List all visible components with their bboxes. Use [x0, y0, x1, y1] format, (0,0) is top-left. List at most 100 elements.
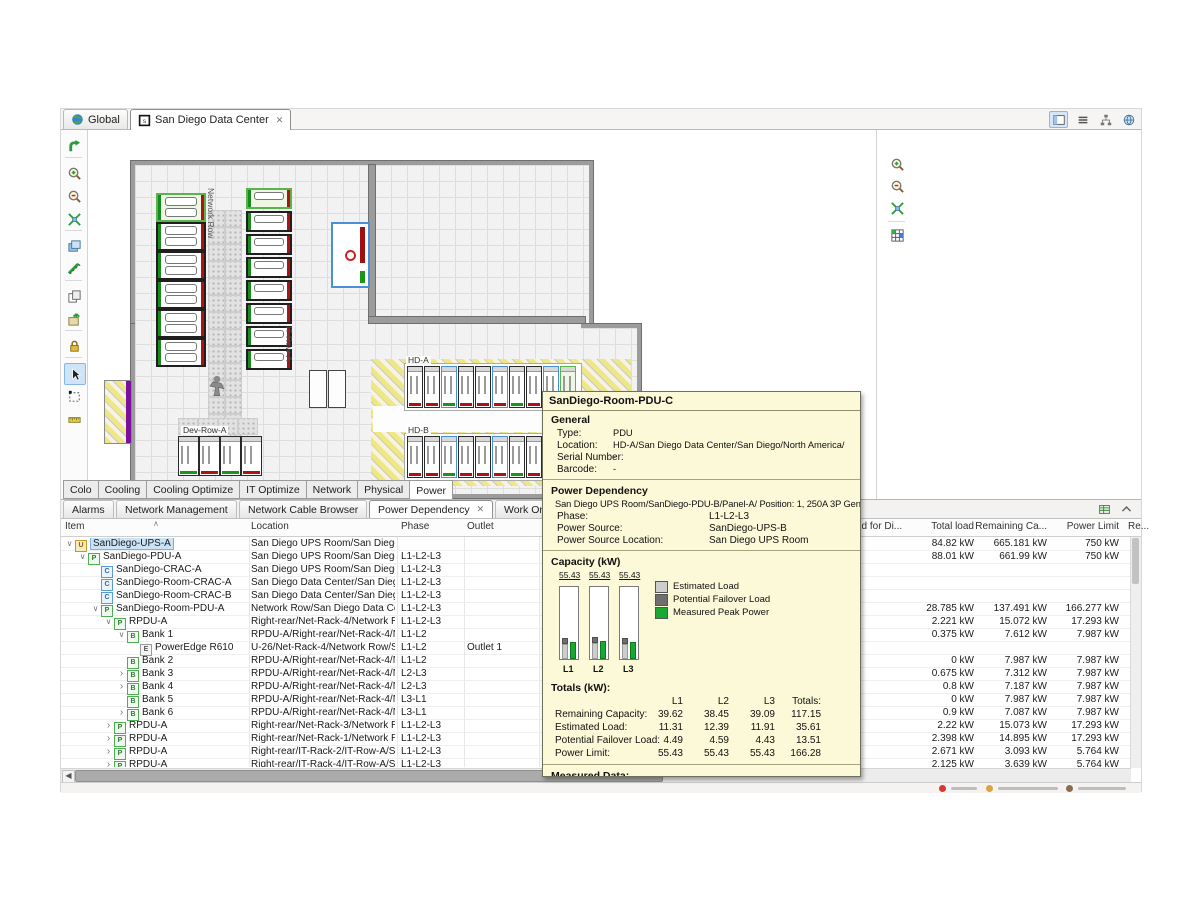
rack[interactable] — [156, 338, 206, 367]
view-tab-network[interactable]: Network — [307, 480, 359, 499]
panel-tab-network-management[interactable]: Network Management — [116, 500, 237, 518]
rack[interactable] — [424, 366, 440, 408]
column-header-3[interactable]: Outlet — [467, 521, 537, 532]
rack[interactable] — [156, 193, 206, 222]
fit-view-tool[interactable] — [887, 198, 907, 218]
column-header-1[interactable]: Location — [251, 521, 395, 532]
scrollbar-thumb[interactable] — [1132, 538, 1139, 584]
rack[interactable] — [220, 436, 241, 476]
rack[interactable] — [246, 234, 292, 255]
grid-view-tool[interactable] — [887, 225, 907, 245]
twistie-open-icon[interactable]: ∨ — [78, 552, 87, 561]
rack[interactable] — [407, 366, 423, 408]
rack[interactable] — [246, 257, 292, 278]
panel-tab-power-dependency[interactable]: Power Dependency✕ — [369, 500, 493, 518]
rack[interactable] — [458, 436, 474, 478]
rack[interactable] — [156, 280, 206, 309]
rack[interactable] — [246, 188, 292, 209]
split-panel-icon[interactable] — [1049, 111, 1068, 128]
rack[interactable] — [246, 303, 292, 324]
rack[interactable] — [509, 436, 525, 478]
export-tool[interactable] — [64, 309, 84, 329]
floor-tile — [225, 227, 242, 244]
column-header-0[interactable]: Item∧ — [65, 521, 245, 532]
view-tab-colo[interactable]: Colo — [63, 480, 99, 499]
twistie-closed-icon[interactable]: › — [104, 734, 113, 744]
globe-tool-icon[interactable] — [1120, 112, 1137, 127]
menu-icon[interactable] — [1074, 112, 1091, 127]
fit-view-tool[interactable] — [64, 209, 84, 229]
panel-tab-network-cable-browser[interactable]: Network Cable Browser — [239, 500, 367, 518]
rack[interactable] — [178, 436, 199, 476]
select-cursor-tool[interactable] — [64, 363, 86, 385]
floor-pdu-unit[interactable] — [331, 222, 370, 288]
rack[interactable] — [458, 366, 474, 408]
zoom-in-tool[interactable] — [887, 154, 907, 174]
estimated-load-bar — [592, 643, 598, 659]
close-icon[interactable]: ✕ — [477, 504, 485, 515]
totals-value: 55.43 — [685, 748, 729, 759]
rack[interactable] — [241, 436, 262, 476]
remaining-capacity-cell: 15.072 kW — [957, 616, 1047, 627]
twistie-closed-icon[interactable]: › — [117, 708, 126, 718]
minimize-icon[interactable] — [1118, 502, 1135, 517]
twistie-closed-icon[interactable]: › — [104, 721, 113, 731]
rack[interactable] — [199, 436, 220, 476]
rack[interactable] — [526, 366, 542, 408]
column-header-6[interactable]: Remaining Ca... — [957, 521, 1047, 532]
vertical-scrollbar[interactable] — [1130, 537, 1141, 768]
twistie-open-icon[interactable]: ∨ — [117, 630, 126, 639]
table-icon[interactable] — [1096, 502, 1113, 517]
view-tab-physical[interactable]: Physical — [358, 480, 410, 499]
undo-tool[interactable] — [64, 136, 84, 156]
view-tab-cooling-optimize[interactable]: Cooling Optimize — [147, 480, 240, 499]
twistie-closed-icon[interactable]: › — [104, 760, 113, 767]
view-tab-power[interactable]: Power — [410, 480, 453, 500]
selection-box-tool[interactable] — [64, 386, 84, 406]
twistie-closed-icon[interactable]: › — [117, 682, 126, 692]
ruler-tool[interactable] — [64, 409, 84, 429]
twistie-open-icon[interactable]: ∨ — [91, 604, 100, 613]
rack[interactable] — [156, 251, 206, 280]
measure-tool[interactable] — [64, 259, 84, 279]
rack[interactable] — [441, 366, 457, 408]
rack[interactable] — [509, 366, 525, 408]
power-limit-cell: 750 kW — [1039, 538, 1119, 549]
lock-tool[interactable] — [64, 336, 84, 356]
twistie-closed-icon[interactable]: › — [117, 669, 126, 679]
editor-tab-san-diego-data-center[interactable]: sSan Diego Data Center✕ — [130, 109, 291, 130]
rack[interactable] — [526, 436, 542, 478]
equipment-box[interactable] — [328, 370, 346, 408]
rack[interactable] — [424, 436, 440, 478]
item-name: Bank 2 — [142, 655, 173, 666]
rack[interactable] — [492, 436, 508, 478]
zoom-out-tool[interactable] — [887, 176, 907, 196]
copy-tool[interactable] — [64, 286, 84, 306]
column-header-8[interactable]: Re... — [1128, 521, 1158, 532]
rack[interactable] — [156, 309, 206, 338]
equipment-box[interactable] — [309, 370, 327, 408]
rack[interactable] — [246, 211, 292, 232]
close-icon[interactable]: ✕ — [276, 115, 284, 126]
zoom-in-tool[interactable] — [64, 163, 84, 183]
rack[interactable] — [475, 436, 491, 478]
rack[interactable] — [407, 436, 423, 478]
rack[interactable] — [156, 222, 206, 251]
view-tab-cooling[interactable]: Cooling — [99, 480, 148, 499]
editor-tab-global[interactable]: Global — [63, 109, 128, 129]
hierarchy-icon[interactable] — [1097, 112, 1114, 127]
rack[interactable] — [246, 280, 292, 301]
column-header-2[interactable]: Phase — [401, 521, 463, 532]
rack[interactable] — [441, 436, 457, 478]
rack[interactable] — [475, 366, 491, 408]
twistie-open-icon[interactable]: ∨ — [104, 617, 113, 626]
twistie-open-icon[interactable]: ∨ — [65, 539, 74, 548]
view-tab-it-optimize[interactable]: IT Optimize — [240, 480, 306, 499]
twistie-closed-icon[interactable]: › — [104, 747, 113, 757]
zoom-out-tool[interactable] — [64, 186, 84, 206]
layers-tool[interactable] — [64, 236, 84, 256]
panel-tab-alarms[interactable]: Alarms — [63, 500, 114, 518]
pane-divider[interactable] — [876, 130, 877, 499]
column-header-7[interactable]: Power Limit — [1039, 521, 1119, 532]
rack[interactable] — [492, 366, 508, 408]
